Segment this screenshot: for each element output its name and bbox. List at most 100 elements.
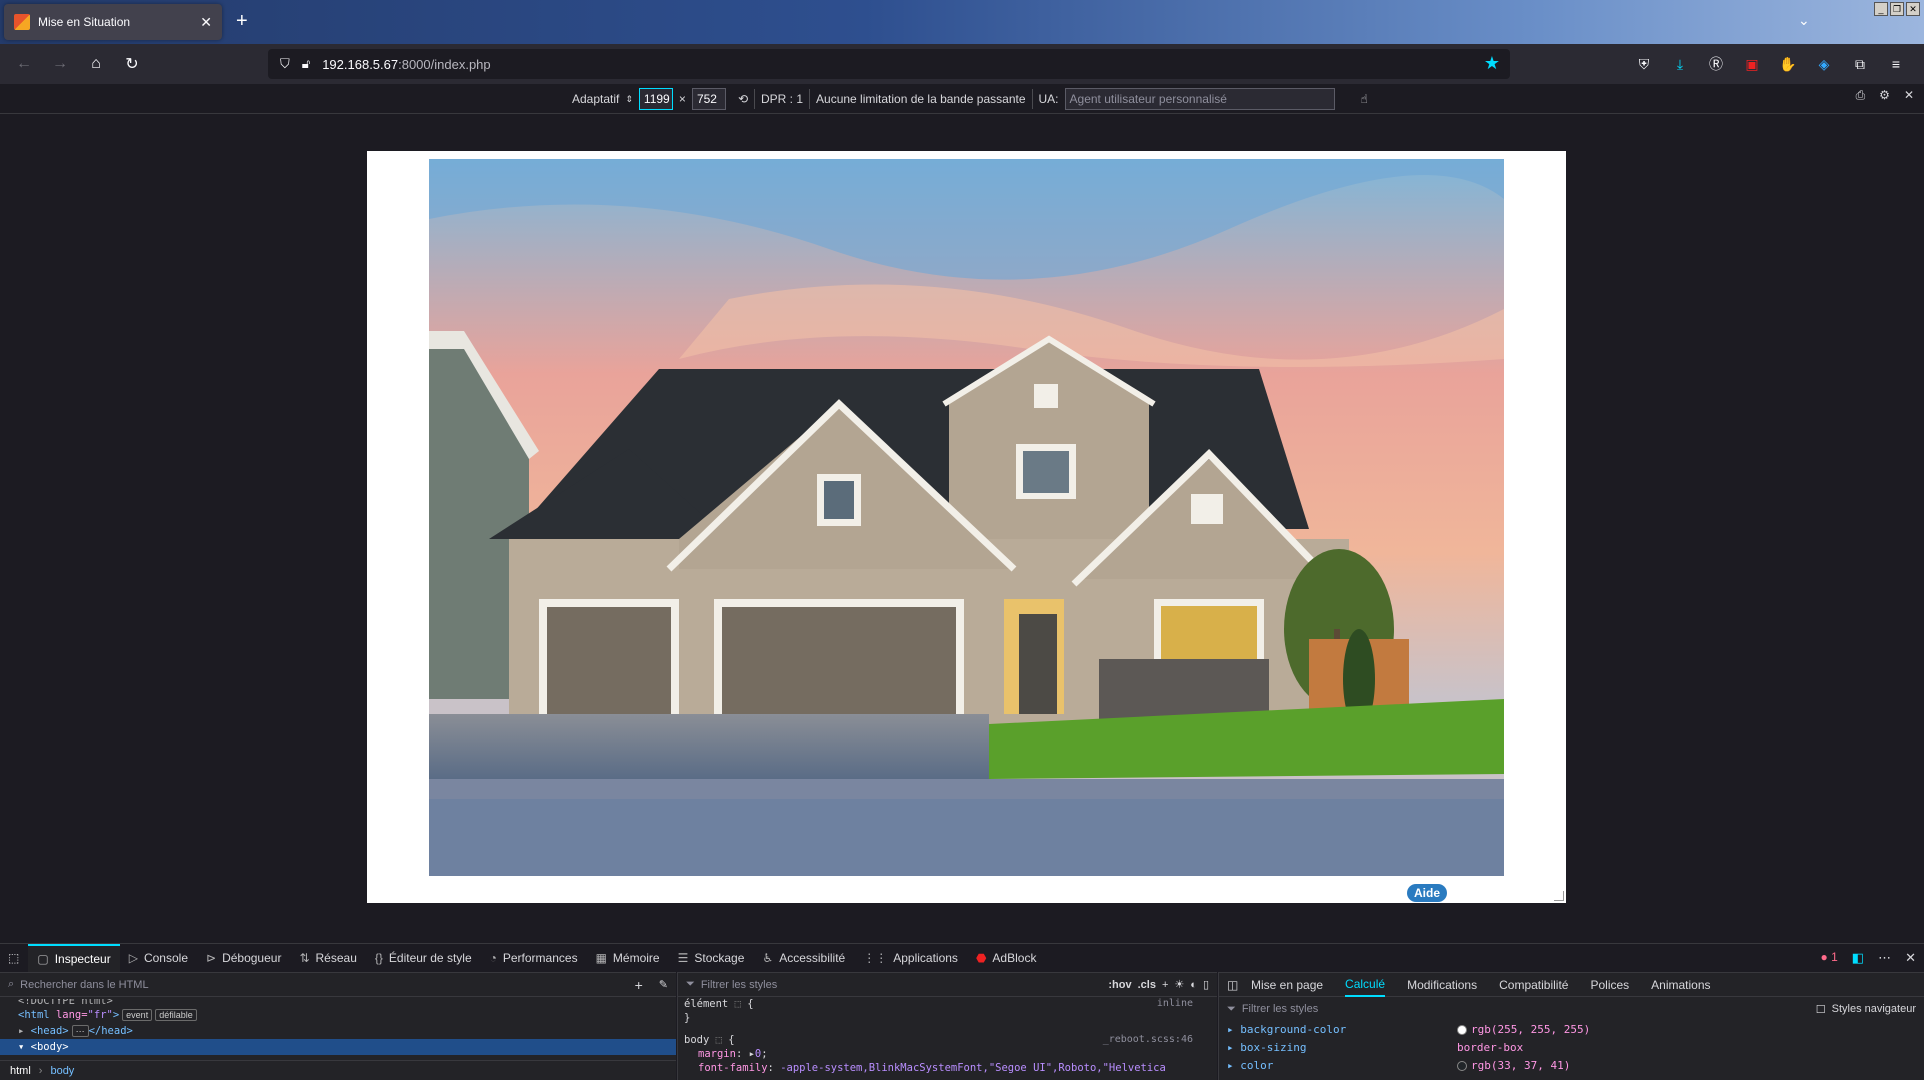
tree-doctype[interactable]: <!DOCTYPE html> [0, 999, 676, 1007]
extension-ghost-icon[interactable]: ◈ [1810, 50, 1838, 78]
rule-source-link[interactable]: _reboot.scss:46 [1103, 1033, 1217, 1047]
bookmark-star-icon[interactable]: ★ [1484, 53, 1500, 74]
tab-inspector[interactable]: ▢ Inspecteur [28, 943, 120, 972]
style-editor-icon: {} [374, 950, 383, 965]
decl-margin[interactable]: margin: ▸0; [678, 1047, 1217, 1061]
tab-network[interactable]: ⇅ Réseau [290, 944, 365, 972]
restore-icon[interactable]: ❐ [1890, 2, 1904, 16]
tab-memory[interactable]: ▦ Mémoire [587, 944, 669, 972]
viewport-height-input[interactable]: 752 [691, 88, 726, 110]
lock-icon[interactable]: 🔓︎ [302, 56, 310, 72]
browser-styles-checkbox[interactable]: ☐ [1816, 1003, 1826, 1016]
screenshot-icon[interactable]: ⎙ [1856, 88, 1866, 103]
add-rule-icon[interactable]: + [1162, 979, 1168, 991]
tree-node-body[interactable]: ▾ <body> [0, 1039, 676, 1055]
tab-compatibility[interactable]: Compatibilité [1499, 978, 1568, 992]
tree-node-html[interactable]: <html lang="fr"> event défilable [0, 1007, 676, 1023]
tab-fonts[interactable]: Polices [1590, 978, 1629, 992]
downloads-icon[interactable]: ⤓ [1666, 50, 1694, 78]
user-agent-input[interactable]: Agent utilisateur personnalisé [1064, 88, 1335, 110]
touch-simulation-icon[interactable]: ☝ [1361, 92, 1368, 106]
forward-arrow-icon[interactable]: → [42, 48, 78, 80]
add-node-icon[interactable]: + [635, 977, 643, 993]
dock-side-icon[interactable]: ◧ [1852, 950, 1864, 966]
tab-style-editor[interactable]: {} Éditeur de style [366, 944, 481, 972]
menu-hamburger-icon[interactable]: ≡ [1882, 50, 1910, 78]
computed-row[interactable]: ▸ color rgb(33, 37, 41) [1219, 1057, 1924, 1075]
breadcrumb-html[interactable]: html [10, 1065, 31, 1077]
tab-computed[interactable]: Calculé [1345, 973, 1386, 997]
url-text[interactable]: 192.168.5.67:8000/index.php [322, 57, 490, 72]
extension-lock-icon[interactable]: ▣ [1738, 50, 1766, 78]
extension-hand-icon[interactable]: ✋ [1774, 50, 1802, 78]
computed-row[interactable]: ▸ box-sizing border-box [1219, 1039, 1924, 1057]
rule-source: inline [1156, 998, 1193, 1009]
tree-node-head[interactable]: ▸ <head> ⋯ </head> [0, 1023, 676, 1039]
tab-label: Performances [502, 950, 578, 965]
error-count-badge[interactable]: ● 1 [1821, 950, 1838, 966]
tag-end: > [112, 1009, 120, 1021]
new-tab-icon[interactable]: + [236, 10, 248, 33]
styles-filter-input[interactable]: Filtrer les styles [701, 979, 1103, 991]
expand-arrow-icon[interactable]: ▸ [18, 1025, 24, 1037]
viewport-resize-handle[interactable] [1554, 891, 1564, 901]
close-rdm-icon[interactable]: ✕ [1904, 88, 1914, 103]
account-icon[interactable]: Ⓡ [1702, 50, 1730, 78]
color-swatch[interactable] [1457, 1061, 1467, 1071]
throttle-selector[interactable]: Aucune limitation de la bande passante [816, 92, 1025, 106]
search-icon: ⌕ [8, 978, 15, 990]
toggle-panel-icon[interactable]: ◫ [1227, 978, 1238, 992]
tab-layout[interactable]: Mise en page [1251, 978, 1323, 992]
url-bar[interactable]: ⛉ 🔓︎ 192.168.5.67:8000/index.php ★ [268, 49, 1510, 79]
extensions-puzzle-icon[interactable]: ⧉ [1846, 50, 1874, 78]
help-button[interactable]: Aide [1407, 884, 1447, 902]
tab-performance[interactable]: ◔ Performances [481, 944, 587, 972]
dark-scheme-icon[interactable]: ◐ [1190, 979, 1197, 991]
breadcrumb-body[interactable]: body [50, 1065, 74, 1077]
tab-animations[interactable]: Animations [1651, 978, 1710, 992]
tab-label: Applications [893, 950, 958, 965]
pick-element-icon[interactable]: ⬚ [0, 944, 28, 972]
dpr-selector[interactable]: DPR : 1 [761, 92, 803, 106]
event-badge[interactable]: event [122, 1009, 153, 1021]
close-tab-icon[interactable]: ✕ [200, 14, 212, 31]
device-selector[interactable]: Adaptatif [572, 92, 619, 106]
collapsed-ellipsis[interactable]: ⋯ [71, 1025, 89, 1037]
light-scheme-icon[interactable]: ☀ [1174, 978, 1184, 991]
close-devtools-icon[interactable]: ✕ [1905, 950, 1916, 966]
print-media-icon[interactable]: ▯ [1203, 978, 1209, 991]
color-swatch[interactable] [1457, 1025, 1467, 1035]
hov-toggle[interactable]: :hov [1108, 979, 1131, 991]
pocket-icon[interactable]: ⛨ [1630, 50, 1658, 78]
rotate-icon[interactable]: ⟲ [738, 92, 748, 106]
computed-filter-input[interactable]: Filtrer les styles [1242, 1003, 1810, 1015]
tab-debugger[interactable]: ⊳ Débogueur [197, 944, 290, 972]
reload-icon[interactable]: ↻ [114, 48, 150, 80]
tab-list-chevron-icon[interactable]: ⌄ [1798, 12, 1810, 29]
minimize-icon[interactable]: _ [1874, 2, 1888, 16]
browser-tab[interactable]: Mise en Situation ✕ [4, 4, 222, 40]
close-window-icon[interactable]: ✕ [1906, 2, 1920, 16]
tab-storage[interactable]: ☰ Stockage [669, 944, 754, 972]
tab-adblock[interactable]: ⬣ AdBlock [967, 944, 1046, 972]
back-arrow-icon[interactable]: ← [6, 48, 42, 80]
html-search-input[interactable]: Rechercher dans le HTML [20, 979, 628, 991]
rules-pane: ⏷ Filtrer les styles :hov .cls + ☀ ◐ ▯ é… [677, 972, 1217, 1080]
decl-font-family[interactable]: font-family: -apple-system,BlinkMacSyste… [678, 1061, 1217, 1075]
cls-toggle[interactable]: .cls [1138, 979, 1156, 991]
eyedropper-icon[interactable]: ✎ [659, 978, 668, 991]
home-icon[interactable]: ⌂ [78, 48, 114, 80]
console-icon: ▷ [128, 950, 138, 965]
tab-console[interactable]: ▷ Console [120, 944, 197, 972]
collapse-arrow-icon[interactable]: ▾ [18, 1041, 24, 1053]
more-options-icon[interactable]: ⋯ [1878, 950, 1891, 966]
scrollable-badge[interactable]: défilable [155, 1009, 197, 1021]
tab-changes[interactable]: Modifications [1407, 978, 1477, 992]
settings-gear-icon[interactable]: ⚙ [1879, 88, 1890, 103]
tab-applications[interactable]: ⋮⋮ Applications [854, 944, 967, 972]
viewport-width-input[interactable]: 1199 [638, 88, 673, 110]
computed-row[interactable]: ▸ background-color rgb(255, 255, 255) [1219, 1021, 1924, 1039]
shield-icon[interactable]: ⛉ [280, 56, 290, 72]
toolbar-extensions: ⛨ ⤓ Ⓡ ▣ ✋ ◈ ⧉ ≡ [1630, 50, 1910, 78]
tab-accessibility[interactable]: ♿ Accessibilité [753, 944, 854, 972]
